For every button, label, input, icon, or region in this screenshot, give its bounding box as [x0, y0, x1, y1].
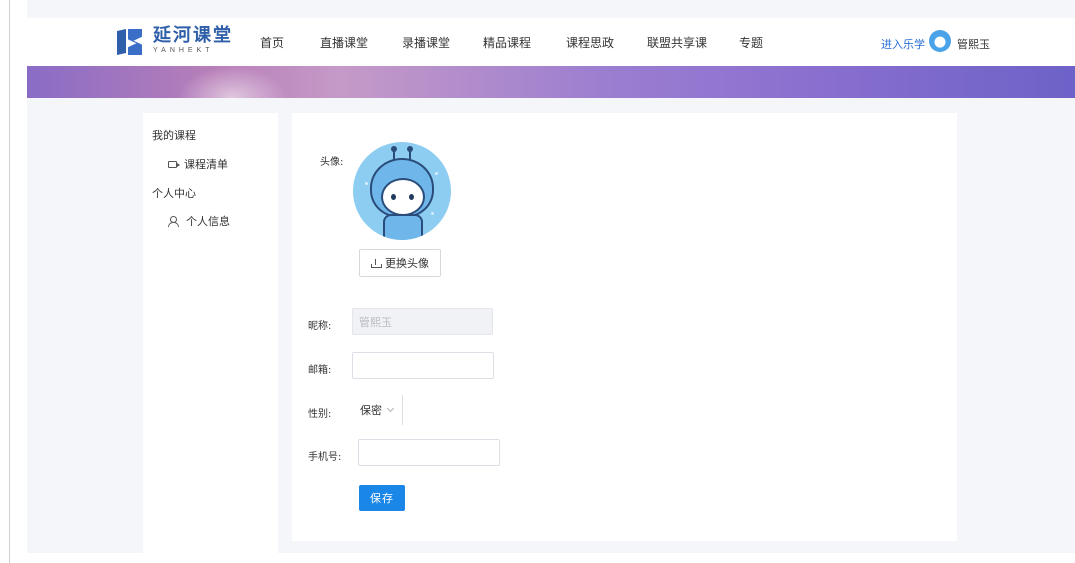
logo-mark-icon	[115, 26, 145, 56]
user-avatar-icon[interactable]	[929, 30, 951, 52]
save-button[interactable]: 保存	[359, 485, 405, 511]
change-avatar-button[interactable]: 更换头像	[359, 249, 441, 277]
email-label: 邮箱:	[308, 365, 332, 376]
user-icon	[168, 216, 179, 227]
nav-live-class[interactable]: 直播课堂	[320, 34, 368, 51]
sidebar-item-course-list[interactable]: 课程清单	[168, 156, 228, 172]
sidebar-group-personal-center: 个人中心	[152, 187, 196, 200]
enter-lexue-link[interactable]: 进入乐学	[881, 36, 925, 52]
logo-chinese-name: 延河课堂	[153, 25, 233, 46]
sidebar-item-personal-info[interactable]: 个人信息	[168, 213, 230, 229]
window-edge	[0, 0, 10, 563]
email-field[interactable]	[352, 352, 494, 379]
sidebar-group-my-courses: 我的课程	[152, 129, 196, 142]
sidebar-item-label: 课程清单	[184, 158, 228, 171]
nickname-field[interactable]	[352, 308, 493, 335]
sidebar-item-label: 个人信息	[186, 215, 230, 228]
header-banner	[27, 66, 1075, 98]
gender-selected-value: 保密	[360, 404, 382, 417]
nav-premium-courses[interactable]: 精品课程	[483, 34, 531, 51]
sidebar	[143, 113, 278, 553]
site-logo[interactable]: 延河课堂 YANHEKT	[115, 26, 233, 56]
nav-alliance-shared-courses[interactable]: 联盟共享课	[647, 34, 707, 51]
logo-english-name: YANHEKT	[153, 47, 214, 54]
nav-home[interactable]: 首页	[260, 34, 284, 51]
nav-topics[interactable]: 专题	[739, 34, 763, 51]
gender-label: 性别:	[308, 409, 332, 420]
nickname-label: 昵称:	[308, 321, 332, 332]
chevron-down-icon	[386, 404, 395, 413]
nav-ideology-courses[interactable]: 课程思政	[566, 34, 614, 51]
phone-field[interactable]	[358, 439, 500, 466]
phone-label: 手机号:	[308, 452, 342, 463]
gender-select[interactable]: 保密	[352, 395, 403, 425]
nav-recorded-class[interactable]: 录播课堂	[402, 34, 450, 51]
change-avatar-label: 更换头像	[385, 257, 429, 270]
upload-icon	[371, 258, 382, 268]
avatar-label: 头像:	[320, 157, 344, 168]
logo-text: 延河课堂 YANHEKT	[153, 27, 233, 55]
video-icon	[168, 160, 180, 168]
user-name[interactable]: 管熙玉	[957, 36, 990, 52]
avatar-image	[353, 142, 451, 240]
